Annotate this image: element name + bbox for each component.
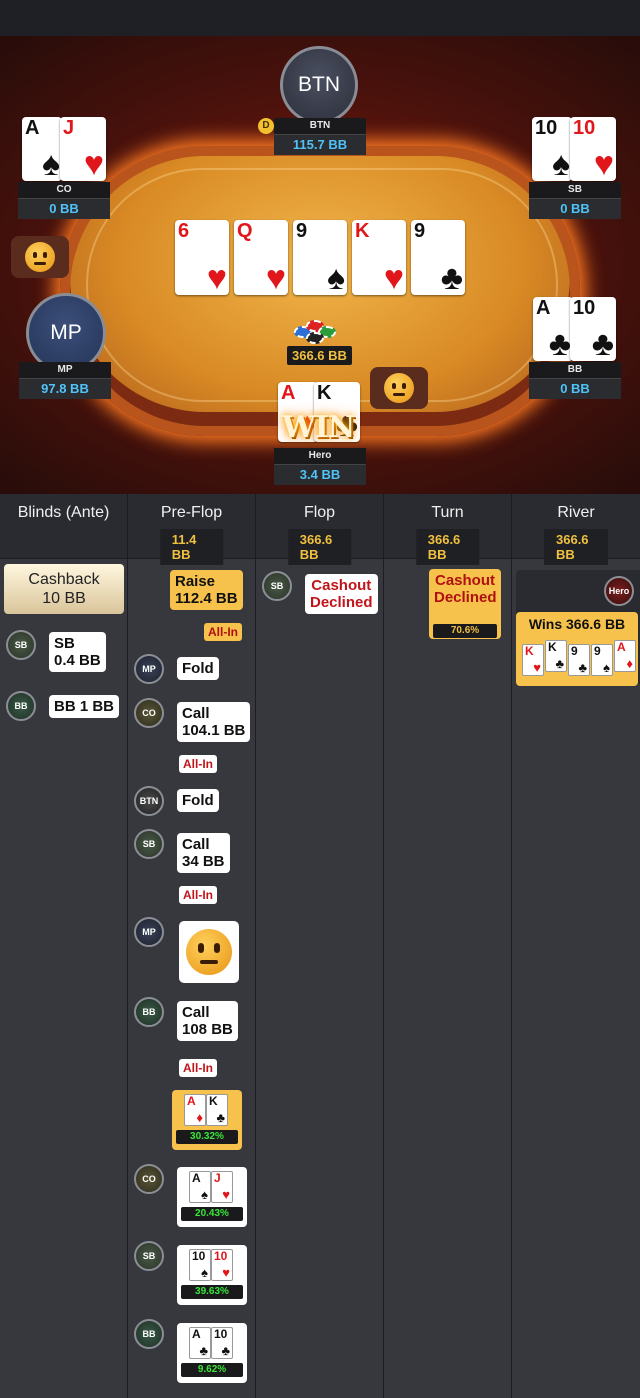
thinking-emoji-icon [186,929,232,975]
column-title: River [557,504,595,521]
allin-tag: All-In [179,755,217,773]
board-card-1: 6 ♥ [175,220,229,295]
bb-card-2: 10 ♣ [570,297,616,361]
position-badge-co: CO [134,698,164,728]
position-badge-bb: BB [134,1319,164,1349]
dealer-button: D [258,118,274,134]
position-badge-btn: BTN [134,786,164,816]
mp-seat-name: MP [19,362,111,378]
cashout-declined-bubble: Cashout Declined [305,574,378,614]
column-pot: 11.4 BB [159,529,224,565]
position-badge-sb: SB [6,630,36,660]
win-banner: WIN [282,410,355,445]
mp-seat-stack: 97.8 BB [19,378,111,399]
column-pot: 366.6 BB [415,529,480,565]
sb-seat-stack: 0 BB [529,198,621,219]
column-pot: 366.6 BB [287,529,352,565]
co-seat-stack: 0 BB [18,198,110,219]
position-badge-bb: BB [134,997,164,1027]
column-river: River 366.6 BB Hero Wins 366.6 BB K ♥ K ♣ … [512,494,640,1398]
btn-seat-name: BTN [274,118,366,134]
equity-percent: 9.62% [181,1363,243,1377]
co-card-2: J ♥ [60,117,106,181]
btn-seat-stack: 115.7 BB [274,134,366,155]
action-bubble: SB 0.4 BB [49,632,106,672]
co-card-1: A ♠ [22,117,62,181]
position-badge-mp: MP [134,654,164,684]
bb-seat-stack: 0 BB [529,378,621,399]
position-badge-sb: SB [134,1241,164,1271]
position-badge-sb: SB [262,571,292,601]
column-title: Blinds (Ante) [17,504,110,521]
cashback-badge[interactable]: Cashback 10 BB [4,564,124,614]
hero-seat-stack: 3.4 BB [274,464,366,485]
position-badge-hero: Hero [604,576,634,606]
hero-seat-name: Hero [274,448,366,464]
mp-avatar[interactable]: MP [26,293,106,373]
pot-amount: 366.6 BB [287,346,352,365]
co-seat-name: CO [18,182,110,198]
showdown-hand-card: A ♠ J ♥ 20.43% [177,1167,247,1227]
column-blinds: Blinds (Ante) Cashback 10 BB SB SB 0.4 BB… [0,494,128,1398]
equity-percent: 39.63% [181,1285,243,1299]
winner-text: Wins 366.6 BB [528,616,626,632]
position-badge-sb: SB [134,829,164,859]
column-header: Turn 366.6 BB [384,494,511,565]
column-header: Flop 366.6 BB [256,494,383,565]
hero-emoji-bubble [370,367,428,409]
board-card-4: K ♥ [352,220,406,295]
emoji-message [179,921,239,983]
showdown-hand-card: A ♣ 10 ♣ 9.62% [177,1323,247,1383]
allin-tag: All-In [204,623,242,641]
column-title: Flop [303,504,336,521]
board-card-3: 9 ♠ [293,220,347,295]
hand-history: Blinds (Ante) Cashback 10 BB SB SB 0.4 BB… [0,494,640,1398]
board-card-5: 9 ♣ [411,220,465,295]
cashout-percent: 70.6% [433,624,497,638]
btn-avatar[interactable]: BTN [280,46,358,124]
cashback-label: Cashback [28,571,100,588]
column-header: Blinds (Ante) [0,494,127,559]
co-emoji-bubble [11,236,69,278]
position-badge-mp: MP [134,917,164,947]
river-result-box: Hero Wins 366.6 BB K ♥ K ♣ 9 ♣ 9 ♠ A ♦ [516,570,640,686]
column-title: Turn [431,504,464,521]
hero-hand-card: A ♦ K ♣ 30.32% [172,1090,242,1150]
bb-seat-name: BB [529,362,621,378]
allin-tag: All-In [179,886,217,904]
equity-percent: 30.32% [176,1130,238,1144]
position-badge-co: CO [134,1164,164,1194]
thinking-emoji-icon [25,242,55,272]
action-bubble: Call 108 BB [177,1001,238,1041]
top-bar [0,0,640,36]
equity-percent: 20.43% [181,1207,243,1221]
column-header: Pre-Flop 11.4 BB [128,494,255,565]
column-preflop: Pre-Flop 11.4 BB Raise 112.4 BB All-In MP… [128,494,256,1398]
column-flop: Flop 366.6 BB SB Cashout Declined [256,494,384,1398]
raise-bubble: Raise 112.4 BB [170,570,243,610]
column-header: River 366.6 BB [512,494,640,565]
allin-tag: All-In [179,1059,217,1077]
showdown-hand-card: 10 ♠ 10 ♥ 39.63% [177,1245,247,1305]
action-bubble: Call 104.1 BB [177,702,251,742]
column-turn: Turn 366.6 BB Cashout Declined 70.6% [384,494,512,1398]
action-bubble: Fold [177,789,219,812]
cashback-amount: 10 BB [42,590,86,607]
pot-chips-icon [292,318,336,346]
position-badge-bb: BB [6,691,36,721]
sb-card-2: 10 ♥ [570,117,616,181]
board-card-2: Q ♥ [234,220,288,295]
action-bubble: BB 1 BB [49,695,120,718]
action-bubble: Fold [177,657,219,680]
bb-card-1: A ♣ [533,297,573,361]
winner-banner: Wins 366.6 BB K ♥ K ♣ 9 ♣ 9 ♠ A ♦ [516,612,638,686]
thinking-emoji-icon [384,373,414,403]
action-bubble: Call 34 BB [177,833,230,873]
sb-card-1: 10 ♠ [532,117,572,181]
column-pot: 366.6 BB [544,529,608,565]
sb-seat-name: SB [529,182,621,198]
column-title: Pre-Flop [160,504,223,521]
poker-table: BTN D BTN 115.7 BB A ♠ J ♥ CO 0 BB 10 ♠ 10 ♥… [0,36,640,494]
